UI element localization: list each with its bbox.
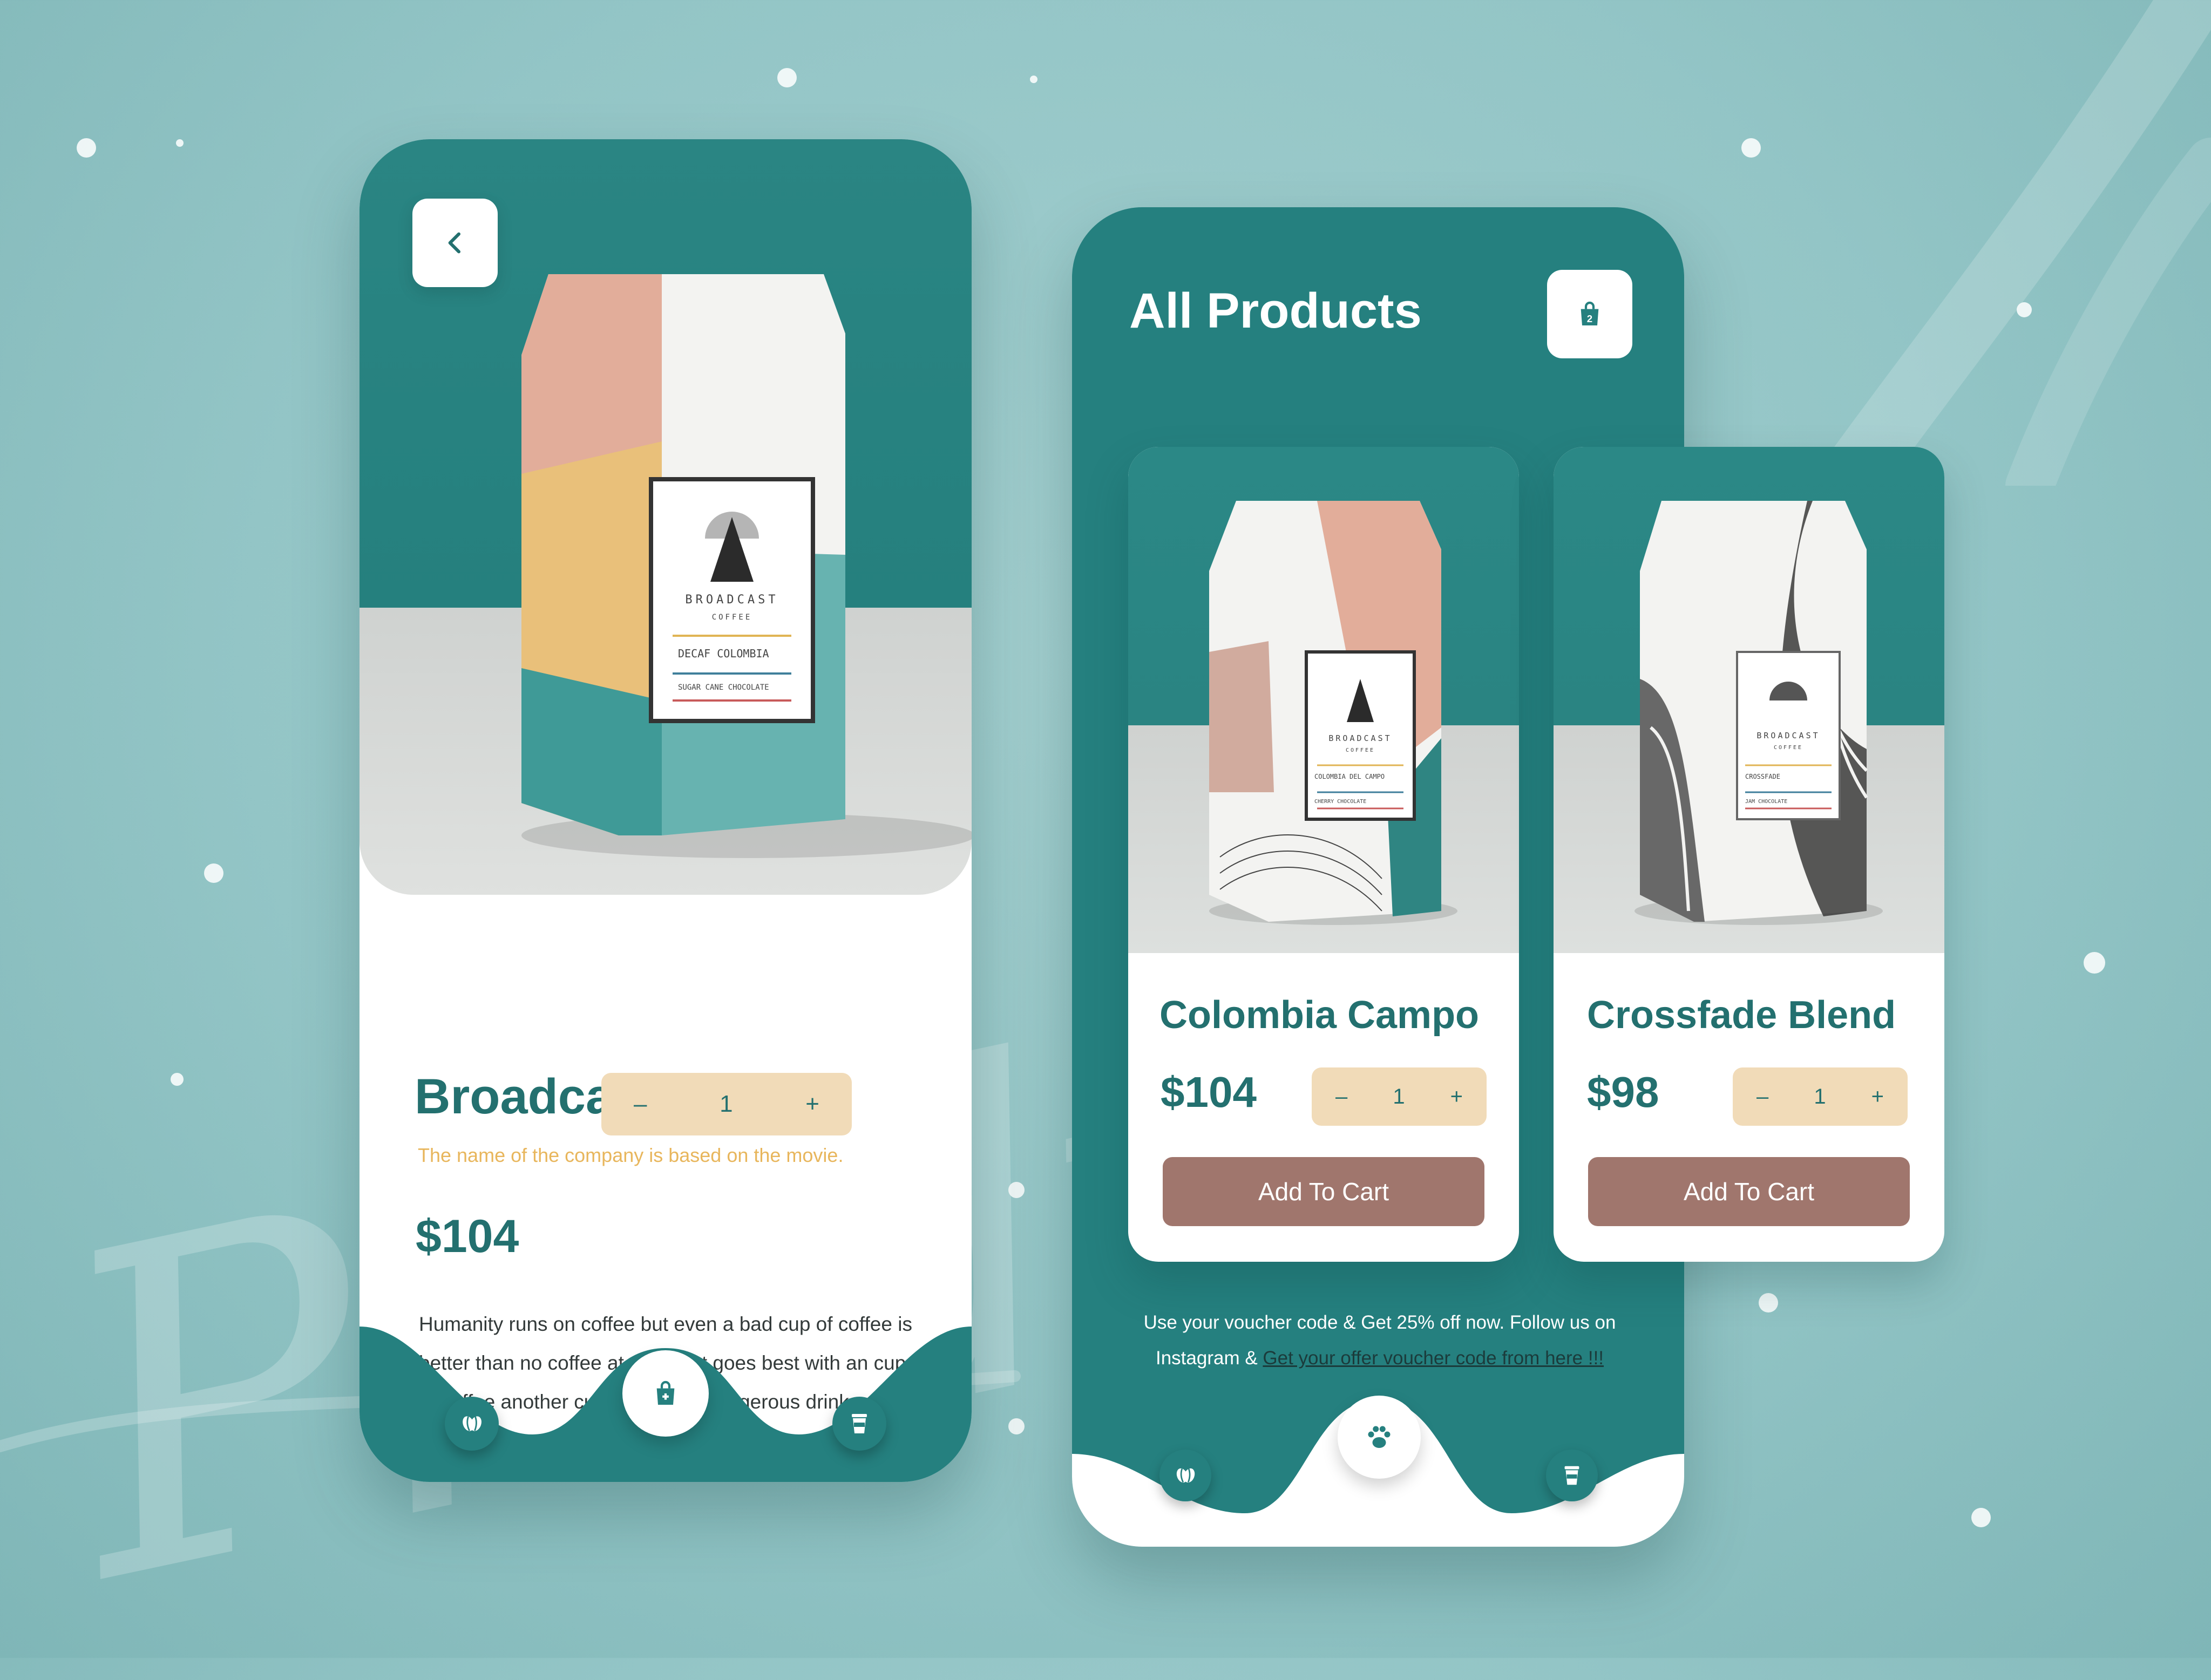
coffee-cup-icon — [852, 1414, 867, 1433]
nav-beans-button[interactable] — [445, 1397, 499, 1451]
add-to-cart-button[interactable]: Add To Cart — [1163, 1157, 1484, 1226]
snow-dot — [777, 68, 797, 87]
bag-subbrand-text: COFFEE — [712, 613, 752, 622]
snow-dot — [171, 1073, 184, 1086]
quantity-value: 1 — [720, 1091, 733, 1117]
bag-brand-text: BROADCAST — [1328, 733, 1392, 743]
shopping-bag-add-icon — [656, 1380, 675, 1405]
nav-cup-button[interactable] — [832, 1397, 886, 1451]
snow-dot — [176, 139, 184, 147]
snow-dot — [77, 138, 96, 158]
list-nav-paw-button[interactable] — [1338, 1396, 1421, 1479]
bag-notes-text: CHERRY CHOCOLATE — [1314, 799, 1366, 805]
decrement-button[interactable]: – — [634, 1091, 647, 1118]
chevron-left-icon — [448, 232, 461, 254]
shopping-bag-icon: 2 — [1581, 301, 1599, 325]
product-hero-image: BROADCAST COFFEE DECAF COLOMBIA SUGAR CA… — [360, 139, 972, 895]
decrement-button[interactable]: – — [1756, 1085, 1768, 1109]
snow-dot — [1008, 1418, 1025, 1434]
product-card[interactable]: BROADCAST COFFEE CROSSFADE JAM CHOCOLATE… — [1554, 447, 1944, 1262]
quantity-stepper: – 1 + — [1312, 1067, 1487, 1126]
bag-brand-text: BROADCAST — [1756, 731, 1820, 740]
paw-icon — [1368, 1426, 1391, 1448]
quantity-value: 1 — [1393, 1084, 1405, 1108]
product-price: $98 — [1587, 1068, 1659, 1116]
quantity-stepper: – 1 + — [601, 1073, 852, 1135]
product-detail-screen: BROADCAST COFFEE DECAF COLOMBIA SUGAR CA… — [360, 139, 972, 1482]
coffee-bean-icon — [463, 1416, 481, 1431]
snow-dot — [1971, 1508, 1991, 1527]
brush-stroke-decoration — [1814, 0, 2211, 486]
bag-subbrand-text: COFFEE — [1774, 745, 1803, 751]
coffee-bean-icon — [1176, 1468, 1195, 1483]
product-name: Colombia Campo — [1159, 994, 1480, 1037]
nav-center-bag-button[interactable] — [622, 1350, 709, 1437]
snow-dot — [1008, 1182, 1025, 1198]
bag-notes-text: SUGAR CANE CHOCOLATE — [678, 683, 769, 692]
snow-dot — [1741, 138, 1761, 158]
snow-dot — [1030, 76, 1037, 83]
product-image: BROADCAST COFFEE CROSSFADE JAM CHOCOLATE — [1554, 447, 1944, 953]
promo-text: Use your voucher code & Get 25% off now.… — [1110, 1305, 1650, 1376]
bag-blend-text: DECAF COLOMBIA — [678, 647, 769, 660]
increment-button[interactable]: + — [805, 1091, 819, 1118]
snow-dot — [1759, 1293, 1778, 1312]
list-nav-cup-button[interactable] — [1546, 1450, 1598, 1501]
product-image: BROADCAST COFFEE COLOMBIA DEL CAMPO CHER… — [1128, 447, 1519, 953]
quantity-value: 1 — [1814, 1084, 1826, 1108]
increment-button[interactable]: + — [1871, 1085, 1884, 1109]
snow-dot — [204, 863, 223, 883]
increment-button[interactable]: + — [1450, 1085, 1463, 1109]
product-price: $104 — [1161, 1068, 1257, 1116]
bag-brand-text: BROADCAST — [685, 593, 778, 607]
decrement-button[interactable]: – — [1335, 1085, 1347, 1109]
list-nav-beans-button[interactable] — [1159, 1450, 1211, 1501]
voucher-link[interactable]: Get your offer voucher code from here !!… — [1263, 1348, 1604, 1369]
coffee-bag-illustration: BROADCAST COFFEE COLOMBIA DEL CAMPO CHER… — [1209, 501, 1457, 925]
product-card[interactable]: BROADCAST COFFEE COLOMBIA DEL CAMPO CHER… — [1128, 447, 1519, 1262]
bag-notes-text: JAM CHOCOLATE — [1745, 799, 1787, 805]
bag-blend-text: CROSSFADE — [1745, 773, 1780, 780]
page-title: All Products — [1129, 283, 1422, 338]
bag-subbrand-text: COFFEE — [1346, 747, 1375, 753]
snow-dot — [2084, 952, 2105, 974]
product-name: Crossfade Blend — [1587, 994, 1896, 1037]
snow-dot — [2017, 302, 2032, 317]
bag-blend-text: COLOMBIA DEL CAMPO — [1314, 773, 1385, 780]
product-price: $104 — [416, 1210, 519, 1262]
cart-count-badge: 2 — [1587, 313, 1592, 324]
quantity-stepper: – 1 + — [1733, 1067, 1908, 1126]
coffee-cup-icon — [1564, 1466, 1579, 1485]
product-tagline: The name of the company is based on the … — [418, 1144, 844, 1166]
back-button[interactable] — [412, 199, 498, 287]
coffee-bag-illustration: BROADCAST COFFEE CROSSFADE JAM CHOCOLATE — [1634, 501, 1883, 925]
add-to-cart-button[interactable]: Add To Cart — [1588, 1157, 1910, 1226]
bottom-navigation — [360, 1327, 972, 1482]
cart-button[interactable]: 2 — [1547, 270, 1632, 358]
